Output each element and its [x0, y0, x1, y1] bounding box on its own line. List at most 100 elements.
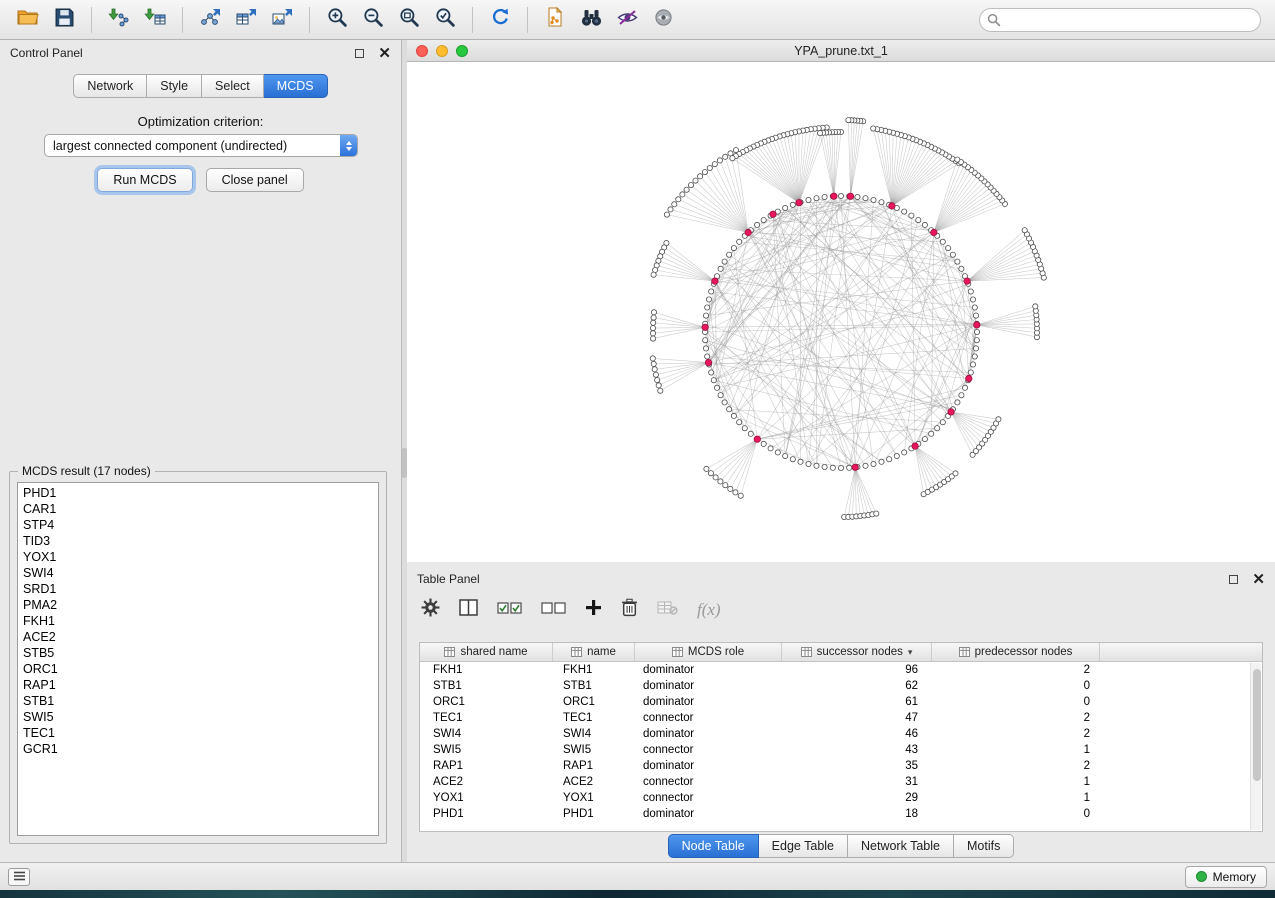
zoom-in-button[interactable]	[319, 5, 355, 35]
network-node[interactable]	[922, 437, 927, 442]
network-node[interactable]	[806, 461, 811, 466]
table-row[interactable]: RAP1RAP1dominator352	[420, 758, 1262, 774]
network-node[interactable]	[713, 475, 718, 480]
network-node[interactable]	[655, 378, 660, 383]
network-node[interactable]	[718, 479, 723, 484]
network-node[interactable]	[727, 407, 732, 412]
tab-network-table[interactable]: Network Table	[848, 834, 954, 858]
network-node[interactable]	[651, 361, 656, 366]
network-node[interactable]	[651, 336, 656, 341]
mcds-result-item[interactable]: YOX1	[18, 549, 378, 565]
column-header-mcds-role[interactable]: MCDS role	[635, 643, 782, 661]
network-node[interactable]	[946, 246, 951, 251]
hide-display-button[interactable]	[609, 5, 645, 35]
network-node[interactable]	[705, 305, 710, 310]
network-node[interactable]	[653, 372, 658, 377]
network-node[interactable]	[814, 463, 819, 468]
network-node[interactable]	[650, 326, 655, 331]
mcds-result-item[interactable]: ACE2	[18, 629, 378, 645]
network-node[interactable]	[909, 213, 914, 218]
network-node[interactable]	[718, 393, 723, 398]
network-node[interactable]	[814, 196, 819, 201]
network-node[interactable]	[972, 354, 977, 359]
mcds-result-item[interactable]: SWI5	[18, 709, 378, 725]
mcds-result-item[interactable]: SWI4	[18, 565, 378, 581]
table-row[interactable]: SWI5SWI5connector431	[420, 742, 1262, 758]
network-node[interactable]	[902, 450, 907, 455]
network-node[interactable]	[970, 297, 975, 302]
search-input[interactable]	[979, 8, 1261, 32]
network-node[interactable]	[955, 400, 960, 405]
scrollbar-thumb[interactable]	[1253, 669, 1261, 781]
mcds-result-item[interactable]: STP4	[18, 517, 378, 533]
memory-button[interactable]: Memory	[1185, 866, 1267, 888]
network-node[interactable]	[650, 331, 655, 336]
close-panel-button[interactable]: Close panel	[206, 168, 304, 192]
network-node[interactable]	[718, 266, 723, 271]
mcds-result-list[interactable]: PHD1CAR1STP4TID3YOX1SWI4SRD1PMA2FKH1ACE2…	[17, 482, 379, 836]
network-node[interactable]	[652, 367, 657, 372]
table-scrollbar[interactable]	[1250, 663, 1261, 830]
network-node[interactable]	[968, 370, 973, 375]
network-hub-node[interactable]	[745, 229, 751, 235]
mcds-result-item[interactable]: PMA2	[18, 597, 378, 613]
network-node[interactable]	[723, 483, 728, 488]
mcds-result-item[interactable]: SRD1	[18, 581, 378, 597]
network-node[interactable]	[733, 490, 738, 495]
network-hub-node[interactable]	[931, 229, 937, 235]
mcds-result-item[interactable]: TID3	[18, 533, 378, 549]
network-node[interactable]	[728, 486, 733, 491]
network-node[interactable]	[714, 385, 719, 390]
column-layout-button[interactable]	[459, 599, 478, 621]
column-header-shared-name[interactable]: shared name	[420, 643, 553, 661]
network-node[interactable]	[953, 471, 958, 476]
network-hub-node[interactable]	[705, 359, 711, 365]
table-row[interactable]: STB1STB1dominator620	[420, 678, 1262, 694]
network-hub-node[interactable]	[948, 409, 954, 415]
network-node[interactable]	[894, 453, 899, 458]
table-row[interactable]: PHD1PHD1dominator180	[420, 806, 1262, 822]
tab-style[interactable]: Style	[147, 74, 202, 98]
network-node[interactable]	[935, 426, 940, 431]
network-hub-node[interactable]	[964, 278, 970, 284]
network-node[interactable]	[874, 511, 879, 516]
network-node[interactable]	[822, 464, 827, 469]
network-node[interactable]	[650, 356, 655, 361]
network-node[interactable]	[922, 222, 927, 227]
network-node[interactable]	[658, 388, 663, 393]
export-image-button[interactable]	[264, 5, 300, 35]
network-node[interactable]	[684, 187, 689, 192]
network-node[interactable]	[742, 426, 747, 431]
network-node[interactable]	[651, 320, 656, 325]
network-node[interactable]	[704, 466, 709, 471]
close-panel-icon[interactable]: ✕	[378, 46, 391, 61]
table-row[interactable]: YOX1YOX1connector291	[420, 790, 1262, 806]
tab-edge-table[interactable]: Edge Table	[759, 834, 848, 858]
network-node[interactable]	[968, 289, 973, 294]
table-row[interactable]: SWI4SWI4dominator462	[420, 726, 1262, 742]
network-node[interactable]	[940, 239, 945, 244]
network-node[interactable]	[838, 193, 843, 198]
network-node[interactable]	[712, 162, 717, 167]
network-node[interactable]	[737, 420, 742, 425]
network-node[interactable]	[818, 131, 823, 136]
network-node[interactable]	[688, 183, 693, 188]
network-hub-node[interactable]	[831, 193, 837, 199]
zoom-out-button[interactable]	[355, 5, 391, 35]
network-node[interactable]	[706, 297, 711, 302]
column-header-successor-nodes[interactable]: successor nodes▾	[782, 643, 932, 661]
network-hub-node[interactable]	[974, 322, 980, 328]
import-network-button[interactable]	[101, 5, 137, 35]
network-hub-node[interactable]	[770, 211, 776, 217]
network-node[interactable]	[871, 126, 876, 131]
select-all-button[interactable]	[497, 601, 522, 620]
network-node[interactable]	[916, 218, 921, 223]
network-node[interactable]	[940, 420, 945, 425]
network-node[interactable]	[879, 200, 884, 205]
network-node[interactable]	[973, 313, 978, 318]
network-node[interactable]	[846, 118, 851, 123]
network-node[interactable]	[738, 493, 743, 498]
network-node[interactable]	[806, 197, 811, 202]
mcds-result-item[interactable]: GCR1	[18, 741, 378, 757]
network-node[interactable]	[847, 465, 852, 470]
